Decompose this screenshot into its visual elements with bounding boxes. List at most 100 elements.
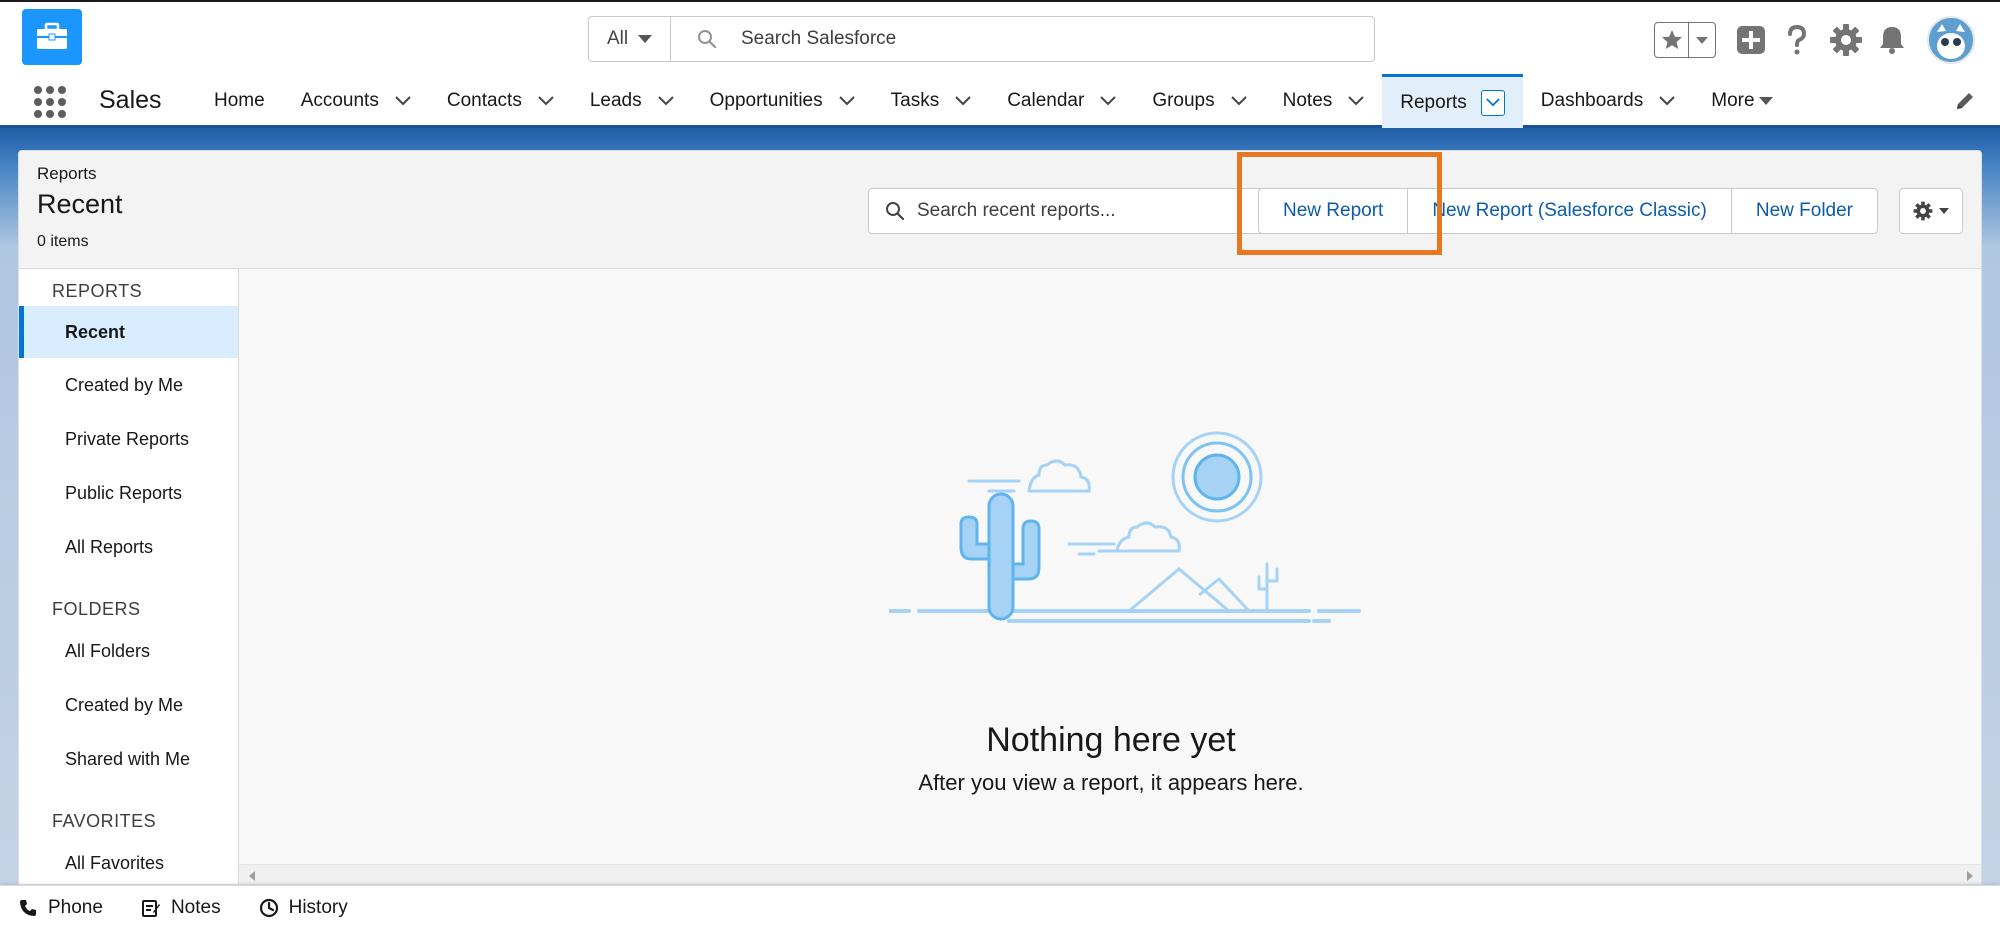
chevron-down-icon[interactable] [1480, 89, 1505, 116]
nav-item-groups[interactable]: Groups [1134, 74, 1264, 128]
chevron-down-icon[interactable] [1348, 93, 1364, 109]
gear-icon [1913, 201, 1933, 221]
empty-state-title: Nothing here yet [986, 721, 1236, 759]
nav-item-label: Calendar [1007, 90, 1085, 111]
favorites-button[interactable] [1654, 22, 1716, 58]
search-scope-label: All [606, 28, 629, 49]
nav-item-notes[interactable]: Notes [1265, 74, 1383, 128]
chevron-down-icon[interactable] [1100, 93, 1117, 109]
caret-down-icon [1758, 97, 1773, 105]
search-scope-select[interactable]: All [589, 17, 671, 61]
scroll-right-icon[interactable] [1967, 871, 1973, 881]
nav-item-home[interactable]: Home [196, 74, 283, 128]
sidebar-item-created-by-me[interactable]: Created by Me [19, 359, 238, 411]
nav-item-accounts[interactable]: Accounts [283, 74, 429, 128]
sidebar-item-all-folders[interactable]: All Folders [19, 625, 238, 677]
utility-item-label: Notes [170, 897, 221, 918]
caret-down-icon [1939, 208, 1949, 214]
reports-page-card: Reports Recent 0 items New Report New Re… [18, 150, 1982, 885]
global-create-icon[interactable] [1733, 22, 1769, 58]
utility-item-phone[interactable]: Phone [18, 897, 103, 919]
setup-gear-icon[interactable] [1828, 22, 1864, 58]
nav-item-tasks[interactable]: Tasks [873, 74, 990, 128]
recent-reports-search-input[interactable] [917, 200, 1257, 222]
nav-item-label: Leads [589, 90, 642, 111]
global-search: All [588, 16, 1375, 62]
utility-item-label: Phone [48, 897, 103, 918]
help-icon[interactable] [1779, 22, 1815, 58]
star-icon[interactable] [1655, 23, 1689, 57]
nav-item-label: Home [214, 90, 265, 111]
empty-state-subtitle: After you view a report, it appears here… [918, 770, 1304, 795]
sidebar-section-folders: FOLDERS [52, 599, 141, 619]
phone-icon [20, 900, 36, 916]
global-search-input[interactable] [741, 28, 1341, 50]
user-avatar[interactable] [1927, 16, 1975, 64]
chevron-down-icon[interactable] [657, 93, 674, 109]
utility-bar: Phone Notes History [0, 885, 2000, 930]
sidebar-item-all-favorites[interactable]: All Favorites [19, 837, 238, 884]
nav-item-label: Notes [1282, 90, 1333, 111]
nav-item-reports[interactable]: Reports [1382, 74, 1523, 128]
chevron-down-icon[interactable] [955, 93, 971, 109]
nav-item-label: Contacts [446, 90, 522, 111]
sidebar-item-shared-with-me[interactable]: Shared with Me [19, 733, 238, 785]
search-icon [698, 30, 717, 49]
nav-item-label: More [1711, 90, 1755, 111]
nav-item-label: Groups [1152, 90, 1215, 111]
header-action-buttons: New Report New Report (Salesforce Classi… [1258, 188, 1879, 234]
notifications-bell-icon[interactable] [1874, 22, 1910, 58]
caret-down-icon [638, 35, 653, 43]
chevron-down-icon[interactable] [838, 93, 855, 109]
new-folder-button[interactable]: New Folder [1730, 188, 1879, 234]
nav-item-leads[interactable]: Leads [572, 74, 692, 128]
nav-item-contacts[interactable]: Contacts [429, 74, 572, 128]
clock-icon [259, 898, 278, 918]
nav-item-opportunities[interactable]: Opportunities [692, 74, 873, 128]
global-header: All [0, 0, 2000, 74]
favorites-dropdown-icon[interactable] [1689, 23, 1715, 57]
desert-empty-state-illustration [889, 431, 1361, 623]
sidebar-item-all-reports[interactable]: All Reports [19, 521, 238, 573]
nav-item-dashboards[interactable]: Dashboards [1523, 74, 1693, 128]
utility-item-history[interactable]: History [259, 897, 348, 919]
app-launcher-icon[interactable] [34, 86, 66, 118]
app-nav-bar: Sales Home Accounts Contacts Leads Oppor… [0, 74, 2000, 128]
chevron-down-icon[interactable] [1659, 93, 1675, 109]
nav-item-more[interactable]: More [1693, 74, 1790, 128]
app-name: Sales [99, 86, 162, 114]
nav-item-label: Opportunities [709, 90, 823, 111]
reports-sidebar: REPORTS Recent Created by Me Private Rep… [19, 269, 239, 884]
horizontal-scrollbar[interactable] [239, 864, 1981, 884]
search-icon [886, 202, 905, 221]
sidebar-item-public-reports[interactable]: Public Reports [19, 467, 238, 519]
page-title: Recent [37, 189, 123, 219]
search-field [671, 17, 1374, 61]
sidebar-item-folders-created-by-me[interactable]: Created by Me [19, 679, 238, 731]
sidebar-section-reports: REPORTS [52, 281, 143, 301]
notes-icon [141, 900, 160, 917]
list-settings-button[interactable] [1899, 188, 1963, 234]
new-report-button[interactable]: New Report [1258, 188, 1409, 234]
nav-items: Home Accounts Contacts Leads Opportuniti… [196, 74, 1791, 128]
item-count: 0 items [37, 233, 89, 250]
chevron-down-icon[interactable] [1230, 93, 1247, 109]
edit-nav-pencil-icon[interactable] [1954, 90, 1978, 114]
nav-item-label: Dashboards [1540, 90, 1644, 111]
utility-item-label: History [288, 897, 348, 918]
nav-item-label: Tasks [890, 90, 940, 111]
scroll-left-icon[interactable] [249, 871, 255, 881]
nav-item-label: Reports [1400, 91, 1467, 113]
chevron-down-icon[interactable] [538, 93, 554, 109]
nav-item-calendar[interactable]: Calendar [989, 74, 1134, 128]
object-eyebrow: Reports [37, 164, 97, 183]
new-report-classic-button[interactable]: New Report (Salesforce Classic) [1407, 188, 1732, 234]
utility-item-notes[interactable]: Notes [141, 897, 221, 919]
briefcase-logo-icon[interactable] [22, 9, 82, 65]
main-content: Nothing here yet After you view a report… [239, 269, 1981, 884]
chevron-down-icon[interactable] [395, 93, 411, 109]
sidebar-item-recent[interactable]: Recent [19, 306, 238, 358]
recent-reports-search [868, 188, 1268, 234]
sidebar-section-favorites: FAVORITES [52, 811, 157, 831]
sidebar-item-private-reports[interactable]: Private Reports [19, 413, 238, 465]
